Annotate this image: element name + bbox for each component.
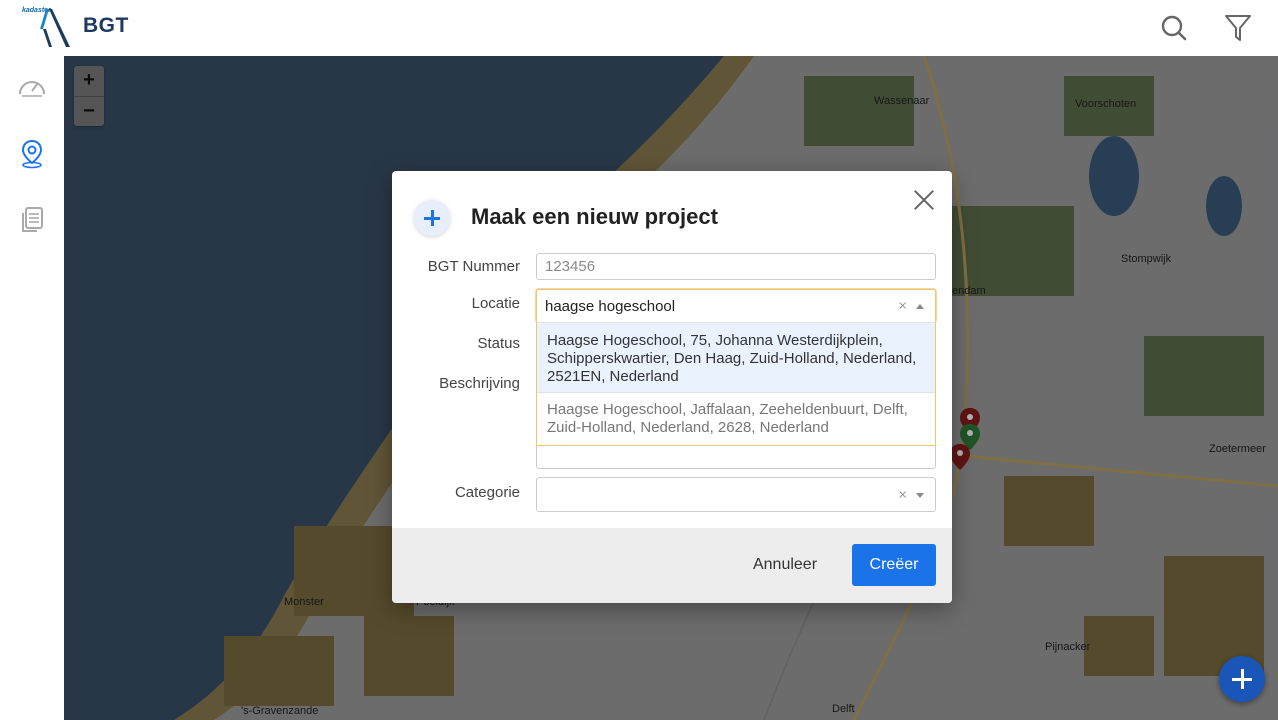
map-pin-icon[interactable] [16, 138, 48, 170]
status-label: Status [477, 335, 520, 352]
locatie-input[interactable] [537, 290, 935, 322]
chevron-up-icon[interactable] [916, 304, 924, 309]
categorie-clear-icon[interactable]: × [898, 486, 907, 503]
app-title: BGT [83, 14, 129, 37]
top-bar: kadaster BGT [0, 0, 1278, 56]
suggestion-option[interactable]: Haagse Hogeschool, Jaffalaan, Zeeheldenb… [537, 392, 935, 445]
locatie-select[interactable]: × [536, 289, 936, 323]
filter-icon[interactable] [1222, 12, 1254, 44]
dashboard-gauge-icon[interactable] [16, 72, 48, 104]
bgt-nummer-field [536, 253, 936, 280]
dialog-title: Maak een nieuw project [471, 204, 718, 229]
create-button[interactable]: Creëer [852, 544, 936, 586]
bgt-nummer-input[interactable] [537, 254, 935, 279]
documents-icon[interactable] [16, 204, 48, 236]
suggestion-option[interactable]: Haagse Hogeschool, 75, Johanna Westerdij… [537, 323, 935, 392]
chevron-down-icon[interactable] [916, 492, 924, 498]
cancel-button[interactable]: Annuleer [737, 544, 833, 586]
beschrijving-label: Beschrijving [439, 375, 520, 392]
categorie-label: Categorie [454, 484, 520, 501]
locatie-suggestions-dropdown: Haagse Hogeschool, 75, Johanna Westerdij… [536, 322, 936, 446]
add-circle-icon [414, 200, 450, 236]
categorie-select[interactable]: × [536, 477, 936, 512]
kadaster-logo-icon [40, 9, 70, 47]
locatie-clear-icon[interactable]: × [898, 298, 907, 315]
close-icon[interactable] [913, 189, 935, 211]
locatie-label: Locatie [471, 295, 520, 312]
bgt-nummer-label: BGT Nummer [427, 258, 520, 275]
dialog-footer: Annuleer Creëer [392, 528, 952, 603]
search-icon[interactable] [1158, 12, 1190, 44]
new-project-dialog: Maak een nieuw project BGT Nummer Locati… [392, 171, 952, 603]
sidebar [0, 56, 64, 720]
add-project-fab-button[interactable] [1219, 656, 1265, 702]
